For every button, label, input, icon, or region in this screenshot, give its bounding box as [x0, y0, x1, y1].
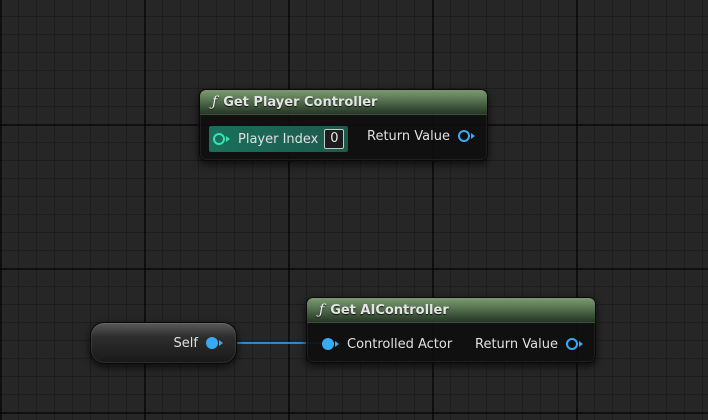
pin-label-self: Self: [173, 335, 198, 351]
function-icon: ƒ: [319, 302, 325, 318]
output-pin-return-value-row[interactable]: Return Value: [367, 125, 475, 147]
node-header[interactable]: ƒ Get Player Controller: [200, 90, 487, 115]
pin-arrow-icon: [471, 133, 475, 139]
object-pin-icon[interactable]: [458, 130, 470, 142]
node-title: Get Player Controller: [223, 95, 378, 110]
pin-arrow-icon: [579, 341, 583, 347]
pin-label-player-index: Player Index: [238, 131, 319, 147]
blueprint-graph-canvas[interactable]: ƒ Get Player Controller Player Index 0 Re…: [0, 0, 708, 420]
pin-arrow-icon: [226, 136, 230, 142]
node-self[interactable]: Self: [90, 322, 237, 364]
player-index-field[interactable]: 0: [324, 129, 345, 149]
output-pin-return-value-row[interactable]: Return Value: [475, 333, 583, 355]
function-icon: ƒ: [212, 94, 218, 110]
input-pin-player-index-row[interactable]: Player Index 0: [209, 126, 349, 152]
node-title: Get AIController: [330, 303, 449, 318]
object-pin-icon[interactable]: [206, 337, 218, 349]
pin-label-return-value: Return Value: [475, 336, 558, 352]
pin-label-return-value: Return Value: [367, 128, 450, 144]
object-pin-icon[interactable]: [566, 338, 578, 350]
output-pin-self-row[interactable]: Self: [174, 332, 223, 354]
integer-pin-icon[interactable]: [213, 133, 225, 145]
pin-label-controlled-actor: Controlled Actor: [347, 336, 453, 352]
node-get-ai-controller[interactable]: ƒ Get AIController Controlled Actor Retur…: [306, 297, 596, 363]
node-header[interactable]: ƒ Get AIController: [307, 298, 595, 323]
node-get-player-controller[interactable]: ƒ Get Player Controller Player Index 0 Re…: [199, 89, 488, 161]
pin-arrow-icon: [219, 340, 223, 346]
pin-arrow-icon: [335, 341, 339, 347]
object-pin-icon[interactable]: [322, 338, 334, 350]
input-pin-controlled-actor-row[interactable]: Controlled Actor: [322, 333, 452, 355]
